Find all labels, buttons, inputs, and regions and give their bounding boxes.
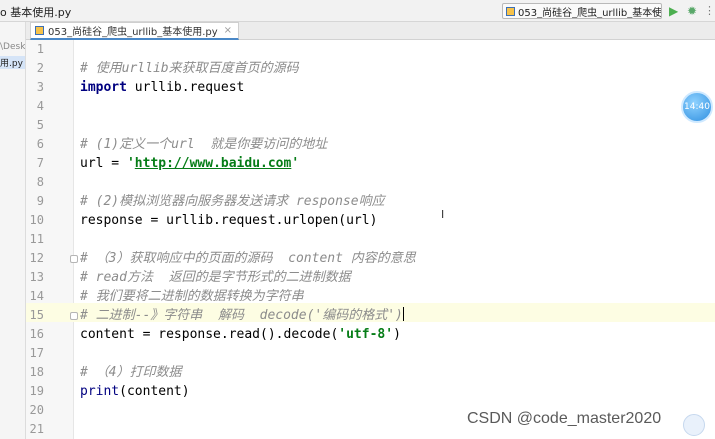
line-number: 5	[36, 118, 44, 132]
tab-label: 053_尚硅谷_爬虫_urllib_基本使用.py	[48, 27, 218, 38]
code-line-13: # read方法 返回的是字节形式的二进制数据	[80, 270, 351, 285]
play-icon[interactable]: ▶	[669, 4, 678, 18]
line-number: 17	[29, 346, 44, 360]
code-line-19: print(content)	[80, 384, 190, 399]
code-line-16: content = response.read().decode('utf-8'…	[80, 327, 401, 342]
close-icon[interactable]: ×	[224, 25, 232, 36]
clock-badge[interactable]: 14:40	[681, 91, 713, 123]
fold-marker-icon[interactable]	[70, 312, 78, 320]
line-number: 1	[36, 42, 44, 56]
mouse-cursor-icon: I	[441, 208, 445, 221]
clock-time: 14:40	[684, 102, 710, 112]
project-path: \Desk	[0, 42, 26, 52]
code-line-2: # 使用urllib来获取百度首页的源码	[80, 61, 299, 76]
code-line-3: import urllib.request	[80, 80, 245, 95]
project-file-item[interactable]: 用.py	[0, 56, 25, 69]
code-line-12: # （3）获取响应中的页面的源码 content 内容的意思	[80, 251, 416, 266]
line-number: 9	[36, 194, 44, 208]
line-number: 13	[29, 270, 44, 284]
line-number: 11	[29, 232, 44, 246]
python-file-icon	[35, 26, 44, 35]
line-number: 15	[29, 308, 44, 322]
line-number: 3	[36, 80, 44, 94]
assistant-icon[interactable]	[683, 414, 705, 436]
line-number: 8	[36, 175, 44, 189]
text-caret	[402, 307, 404, 321]
run-config-select[interactable]: 053_尚硅谷_爬虫_urllib_基本使用 ⌄	[502, 3, 662, 19]
line-number: 4	[36, 99, 44, 113]
code-line-9: # (2)模拟浏览器向服务器发送请求 response响应	[80, 194, 385, 209]
code-line-14: # 我们要将二进制的数据转换为字符串	[80, 289, 304, 304]
line-number: 7	[36, 156, 44, 170]
line-number: 20	[29, 403, 44, 417]
line-number: 19	[29, 384, 44, 398]
code-line-7: url = 'http://www.baidu.com'	[80, 156, 300, 171]
fold-marker-icon[interactable]	[70, 255, 78, 263]
line-number: 18	[29, 365, 44, 379]
more-icon[interactable]: ⋮	[704, 4, 715, 18]
python-file-icon	[506, 6, 515, 16]
title-bar: o 基本使用.py 053_尚硅谷_爬虫_urllib_基本使用 ⌄ ▶ ✹ ⋮	[0, 0, 715, 22]
line-number: 6	[36, 137, 44, 151]
url-link[interactable]: http://www.baidu.com	[135, 156, 292, 171]
project-panel: \Desk 用.py	[0, 22, 26, 439]
code-line-10: response = urllib.request.urlopen(url)	[80, 213, 378, 228]
line-number: 16	[29, 327, 44, 341]
bug-icon[interactable]: ✹	[687, 4, 697, 18]
line-number: 21	[29, 422, 44, 436]
run-config-label: 053_尚硅谷_爬虫_urllib_基本使用	[518, 7, 662, 19]
tab-active-file[interactable]: 053_尚硅谷_爬虫_urllib_基本使用.py ×	[30, 22, 240, 40]
code-line-6: # (1)定义一个url 就是你要访问的地址	[80, 137, 328, 152]
watermark: CSDN @code_master2020	[467, 410, 662, 427]
line-number: 2	[36, 61, 44, 75]
line-number: 12	[29, 251, 44, 265]
code-line-15: # 二进制--》字符串 解码 decode('编码的格式')	[80, 307, 404, 323]
code-line-18: # （4）打印数据	[80, 365, 182, 380]
window-title: o 基本使用.py	[0, 6, 72, 19]
chevron-down-icon: ⌄	[649, 5, 658, 16]
line-number: 14	[29, 289, 44, 303]
line-number: 10	[29, 213, 44, 227]
editor-tab-bar: 053_尚硅谷_爬虫_urllib_基本使用.py ×	[26, 22, 715, 40]
